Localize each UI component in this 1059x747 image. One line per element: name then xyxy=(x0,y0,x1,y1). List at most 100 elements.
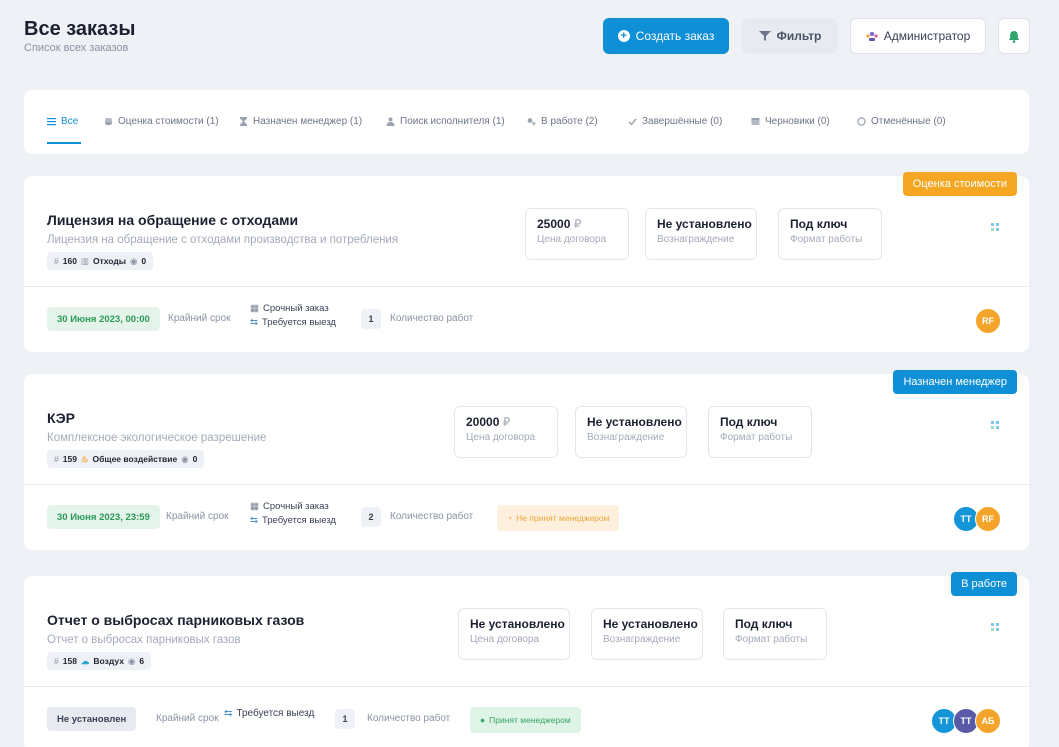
order-number: 160 xyxy=(62,256,77,266)
draft-icon xyxy=(751,118,760,125)
order-card[interactable]: Оценка стоимости Лицензия на обращение с… xyxy=(24,172,1029,352)
manager-status-pill: ● Принят менеджером xyxy=(470,707,581,733)
reward-label: Вознаграждение xyxy=(587,432,665,443)
reward-value: Не установлено xyxy=(587,415,682,429)
filter-button[interactable]: Фильтр xyxy=(742,18,838,54)
page-title: Все заказы xyxy=(24,18,136,40)
calendar-icon: ▦ xyxy=(250,501,259,512)
admin-role-button[interactable]: Администратор xyxy=(850,18,986,54)
works-count-label: Количество работ xyxy=(367,713,451,724)
reward-label: Вознаграждение xyxy=(657,234,735,245)
flame-icon: ♨ xyxy=(80,453,89,464)
deadline-label: Крайний срок xyxy=(168,313,231,324)
price-box: Не установлено Цена договора xyxy=(458,608,570,660)
deadline-badge: 30 Июня 2023, 00:00 xyxy=(47,307,160,331)
avatar[interactable]: RF xyxy=(975,308,1001,334)
order-number: 159 xyxy=(62,454,77,464)
order-number: 158 xyxy=(62,656,77,666)
format-label: Формат работы xyxy=(790,234,863,245)
order-category: Отходы xyxy=(92,256,126,266)
car-icon: ⇆ xyxy=(224,708,233,719)
hourglass-icon xyxy=(240,117,247,126)
drag-handle-icon[interactable] xyxy=(990,622,1001,633)
car-icon: ⇆ xyxy=(250,317,258,328)
order-card[interactable]: Назначен менеджер КЭР Комплексное эколог… xyxy=(24,370,1029,550)
admin-label: Администратор xyxy=(883,29,971,43)
tab-label: Отменённые (0) xyxy=(871,116,946,127)
bell-icon xyxy=(1008,30,1020,43)
eye-icon: ◉ xyxy=(181,453,189,464)
crown-icon xyxy=(866,31,878,41)
tab-drafts[interactable]: Черновики (0) xyxy=(751,116,830,127)
deadline-badge: 30 Июня 2023, 23:59 xyxy=(47,505,160,529)
format-label: Формат работы xyxy=(735,634,808,645)
avatar[interactable]: АБ xyxy=(975,708,1001,734)
tab-all[interactable]: Все xyxy=(47,116,78,127)
order-flags: ⇆ Требуется выезд xyxy=(224,707,314,721)
order-meta: # 160 ▥ Отходы ◉ 0 xyxy=(47,252,154,270)
notifications-button[interactable] xyxy=(998,18,1030,54)
price-value: 25000 ₽ xyxy=(537,217,582,231)
tab-contractor-search[interactable]: Поиск исполнителя (1) xyxy=(386,116,505,127)
price-label: Цена договора xyxy=(537,234,607,245)
active-tab-indicator xyxy=(47,142,81,144)
drag-handle-icon[interactable] xyxy=(990,222,1001,233)
status-badge: В работе xyxy=(951,572,1017,596)
order-flags: ▦ Срочный заказ ⇆ Требуется выезд xyxy=(250,302,336,330)
currency-sign: ₽ xyxy=(502,415,511,429)
drag-handle-icon[interactable] xyxy=(990,420,1001,431)
order-views: 0 xyxy=(141,256,147,266)
works-count: 1 xyxy=(361,309,381,329)
tab-label: Назначен менеджер (1) xyxy=(253,116,363,127)
price-box: 20000 ₽ Цена договора xyxy=(454,406,558,458)
reward-value: Не установлено xyxy=(657,217,752,231)
visit-flag: ⇆ Требуется выезд xyxy=(250,317,336,328)
filter-label: Фильтр xyxy=(776,29,822,43)
tab-cost-estimate[interactable]: Оценка стоимости (1) xyxy=(104,116,219,127)
order-description: Отчет о выбросах парниковых газов xyxy=(47,634,241,646)
order-category: Воздух xyxy=(93,656,124,666)
list-icon xyxy=(47,118,56,126)
order-card[interactable]: В работе Отчет о выбросах парниковых газ… xyxy=(24,572,1029,747)
tab-completed[interactable]: Завершённые (0) xyxy=(628,116,722,127)
tab-label: Поиск исполнителя (1) xyxy=(400,116,505,127)
order-title[interactable]: КЭР xyxy=(47,410,75,426)
calendar-icon: ▦ xyxy=(250,303,259,314)
format-box: Под ключ Формат работы xyxy=(778,208,882,260)
plus-icon: + xyxy=(617,30,630,42)
order-title[interactable]: Отчет о выбросах парниковых газов xyxy=(47,612,304,628)
price-label: Цена договора xyxy=(466,432,536,443)
tab-label: В работе (2) xyxy=(541,116,598,127)
eye-icon: ◉ xyxy=(129,255,138,266)
tab-label: Завершённые (0) xyxy=(642,116,723,127)
coin-icon xyxy=(105,117,112,126)
order-description: Комплексное экологическое разрешение xyxy=(47,432,267,444)
price-box: 25000 ₽ Цена договора xyxy=(525,208,629,260)
tab-manager-assigned[interactable]: Назначен менеджер (1) xyxy=(239,116,362,127)
order-views: 0 xyxy=(192,454,198,464)
format-value: Под ключ xyxy=(720,415,778,429)
hash-icon: # xyxy=(54,656,59,666)
avatar[interactable]: RF xyxy=(975,506,1001,532)
gears-icon xyxy=(527,118,536,126)
tab-cancelled[interactable]: Отменённые (0) xyxy=(857,116,946,127)
order-title[interactable]: Лицензия на обращение с отходами xyxy=(47,212,298,228)
create-order-button[interactable]: + Создать заказ xyxy=(603,18,729,54)
person-icon xyxy=(386,117,395,126)
deadline-badge: Не установлен xyxy=(47,707,137,731)
status-badge: Оценка стоимости xyxy=(902,172,1017,196)
deadline-label: Крайний срок xyxy=(156,713,219,724)
page-subtitle: Список всех заказов xyxy=(24,42,129,54)
reward-label: Вознаграждение xyxy=(603,634,681,645)
clock-icon: ◔ xyxy=(507,513,513,523)
reward-box: Не установлено Вознаграждение xyxy=(591,608,703,660)
reward-box: Не установлено Вознаграждение xyxy=(645,208,757,260)
format-value: Под ключ xyxy=(735,617,793,631)
status-tabs: Все Оценка стоимости (1) Назначен менедж… xyxy=(24,90,1029,154)
works-count-label: Количество работ xyxy=(390,511,474,522)
reward-value: Не установлено xyxy=(603,617,698,631)
tab-in-progress[interactable]: В работе (2) xyxy=(527,116,598,127)
cloud-icon: ☁ xyxy=(80,655,90,666)
manager-status-pill: ◔ Не принят менеджером xyxy=(497,505,620,531)
currency-sign: ₽ xyxy=(573,217,582,231)
